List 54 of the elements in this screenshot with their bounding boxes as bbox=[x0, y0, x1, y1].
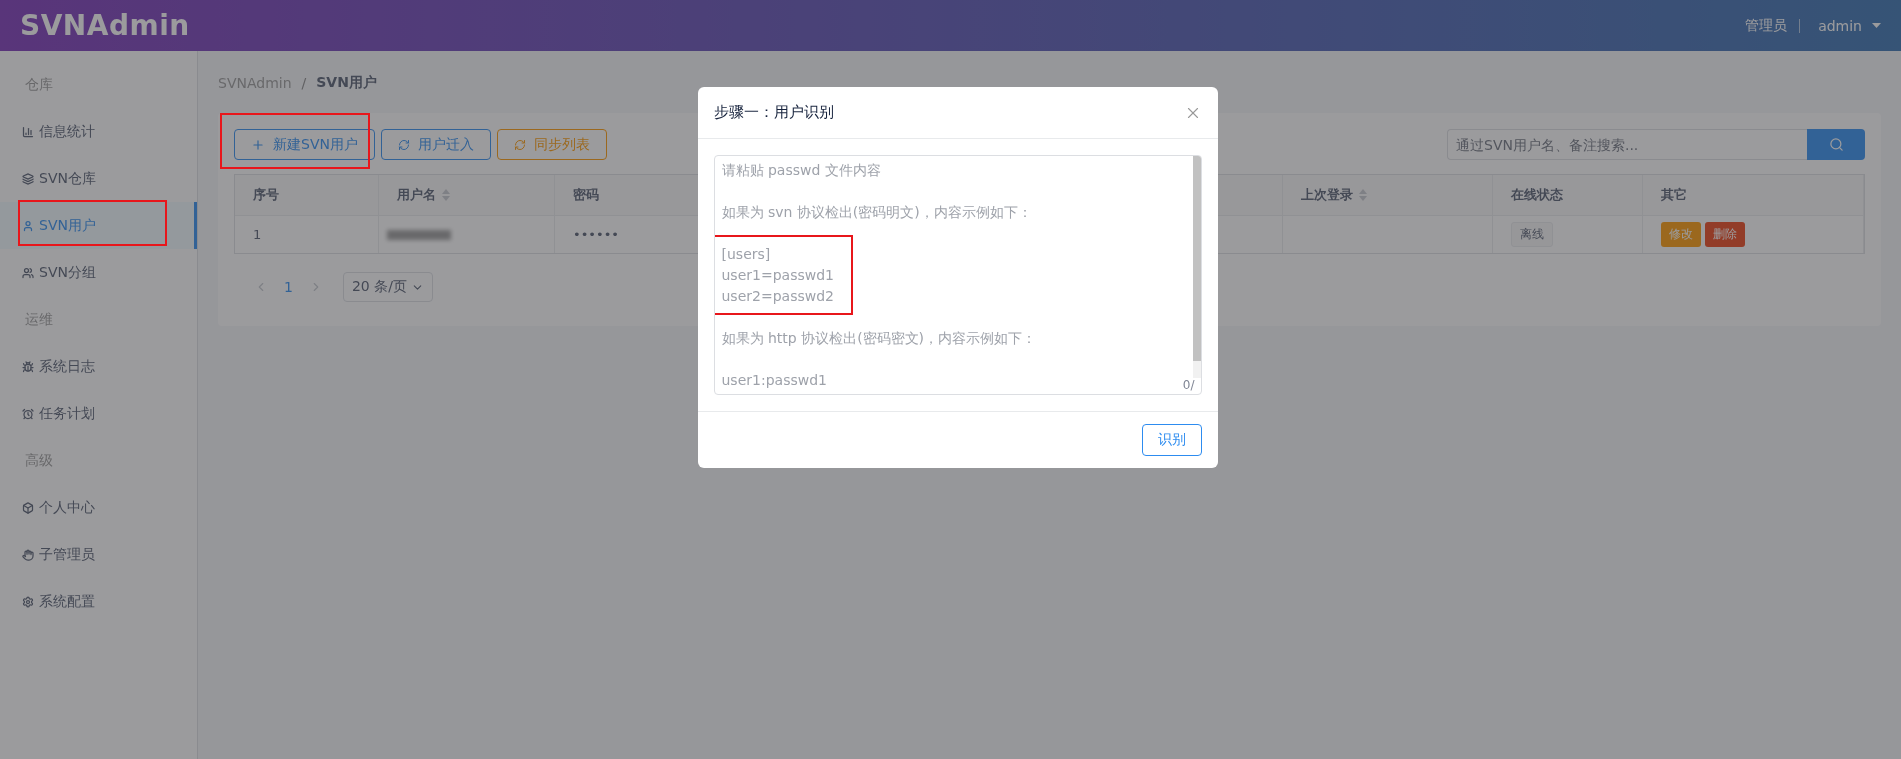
placeholder-text: 如果为 http 协议检出(密码密文)，内容示例如下： bbox=[721, 329, 1037, 348]
sidebar-item[interactable]: SVN仓库 bbox=[0, 155, 197, 202]
character-count: 0/ bbox=[1182, 378, 1195, 392]
breadcrumb-separator: / bbox=[301, 75, 307, 91]
breadcrumb-item: SVN用户 bbox=[316, 74, 377, 92]
recognize-button[interactable]: 识别 bbox=[1141, 424, 1202, 456]
user-icon bbox=[22, 219, 34, 232]
toolbar-button[interactable]: 同步列表 bbox=[496, 129, 607, 160]
search-field[interactable]: 通过SVN用户名、备注搜索... bbox=[1447, 129, 1807, 160]
users-icon bbox=[22, 266, 34, 279]
text-area-field[interactable]: 请粘贴 passwd 文件内容 如果为 svn 协议检出(密码明文)，内容示例如下： [users] user1=passwd1 user2=passwd2 如果为 http 协议检出(密码密文)，内容示例如下： user1:passwd1 0/ bbox=[713, 155, 1202, 395]
plus-icon bbox=[251, 137, 265, 152]
sort-icon[interactable] bbox=[1359, 189, 1367, 201]
settings-icon bbox=[22, 595, 34, 608]
hand-icon bbox=[22, 548, 34, 561]
column-header: 序号 bbox=[235, 175, 379, 216]
toolbar-button[interactable]: 新建SVN用户 bbox=[234, 129, 375, 160]
page-number[interactable]: 1 bbox=[280, 279, 297, 295]
search-icon bbox=[1828, 137, 1844, 152]
status-tag: 离线 bbox=[1511, 222, 1553, 247]
layers-icon bbox=[22, 172, 34, 185]
sidebar-item[interactable]: 系统配置 bbox=[0, 578, 197, 625]
sidebar-item[interactable]: 任务计划 bbox=[0, 390, 197, 437]
column-header: 在线状态 bbox=[1493, 175, 1643, 216]
column-header: 上次登录 bbox=[1283, 175, 1493, 216]
caret-icon[interactable] bbox=[1872, 23, 1881, 28]
alarm-clock-icon bbox=[22, 407, 34, 420]
bar-chart-icon bbox=[22, 125, 34, 138]
column-header: 其它 bbox=[1643, 175, 1864, 216]
search-button[interactable] bbox=[1807, 129, 1865, 160]
sidebar-item[interactable]: 系统日志 bbox=[0, 343, 197, 390]
row-action-button[interactable]: 删除 bbox=[1705, 222, 1745, 247]
toolbar-button[interactable]: 用户迁入 bbox=[380, 129, 491, 160]
cube-icon bbox=[22, 501, 34, 514]
user-menu[interactable]: admin bbox=[1818, 17, 1862, 34]
column-header: 用户名 bbox=[379, 175, 555, 216]
sidebar-item[interactable]: 子管理员 bbox=[0, 531, 197, 578]
refresh-icon bbox=[513, 138, 526, 151]
refresh-icon bbox=[397, 138, 410, 151]
sidebar-item[interactable]: 个人中心 bbox=[0, 484, 197, 531]
row-action-button[interactable]: 修改 bbox=[1661, 222, 1701, 247]
bug-icon bbox=[22, 360, 34, 373]
logo: SVNAdmin bbox=[20, 9, 190, 42]
sort-icon[interactable] bbox=[442, 189, 450, 201]
table-cell: 1 bbox=[235, 216, 379, 253]
modal-title: 步骤一：用户识别 bbox=[713, 103, 834, 122]
role-label: 管理员 bbox=[1745, 16, 1788, 35]
sidebar-item[interactable]: 信息统计 bbox=[0, 108, 197, 155]
sidebar-item[interactable]: SVN分组 bbox=[0, 249, 197, 296]
blurred-username bbox=[387, 229, 451, 240]
page-size-select[interactable]: 20 条/页 bbox=[342, 272, 433, 302]
sidebar-item[interactable]: SVN用户 bbox=[0, 202, 197, 249]
scrollbar-thumb[interactable] bbox=[1192, 156, 1201, 361]
placeholder-text: user1:passwd1 bbox=[721, 371, 827, 390]
